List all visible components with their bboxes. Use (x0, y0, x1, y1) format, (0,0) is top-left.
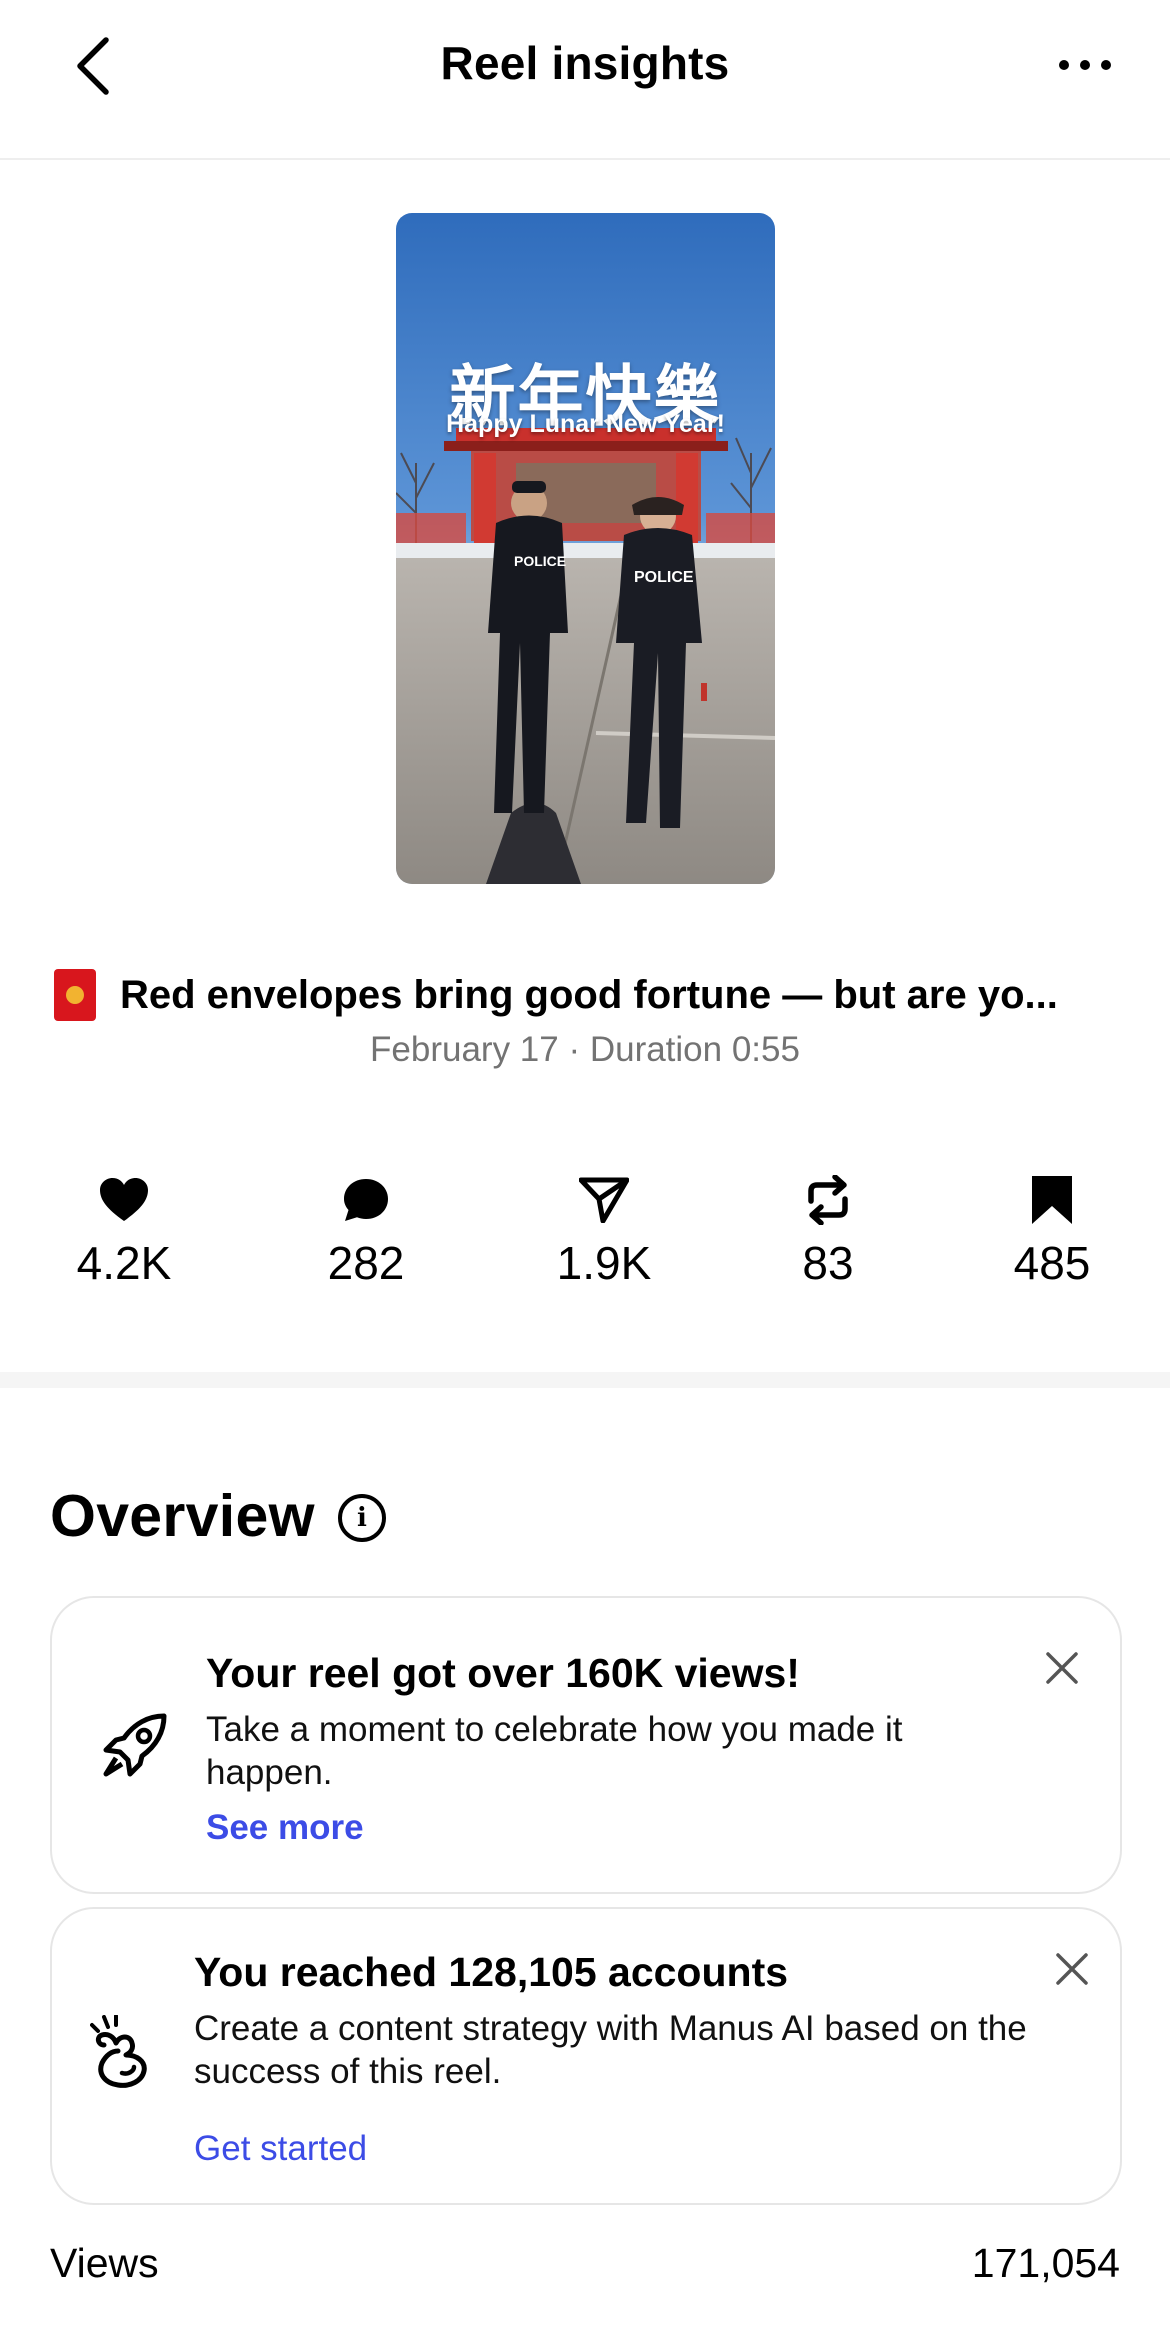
reel-caption: Red envelopes bring good fortune — but a… (54, 965, 1134, 1025)
reposts-count: 83 (802, 1237, 854, 1289)
bookmark-icon (1032, 1176, 1072, 1224)
red-envelope-icon (54, 969, 96, 1021)
top-bar: Reel insights (0, 0, 1170, 160)
overview-heading: Overview (50, 1483, 315, 1549)
comments-count: 282 (327, 1237, 405, 1289)
likes-stat: 4.2K (34, 1172, 214, 1290)
shares-stat: 1.9K (514, 1172, 694, 1290)
info-icon[interactable]: i (338, 1494, 386, 1542)
close-icon[interactable] (1052, 1949, 1092, 1989)
manus-hand-icon (90, 2015, 147, 2088)
milestone-title: Your reel got over 160K views! (206, 1650, 800, 1696)
repost-icon (808, 1175, 848, 1225)
reel-thumbnail[interactable]: 新年快樂 Happy Lunar New Year! POLICE POLICE (396, 213, 775, 884)
police-badge-right: POLICE (634, 569, 694, 586)
reposts-stat: 83 (738, 1172, 918, 1290)
reel-caption-text: Red envelopes bring good fortune — but a… (120, 972, 1058, 1017)
views-label: Views (50, 2240, 159, 2286)
see-more-link[interactable]: See more (206, 1808, 364, 1848)
get-started-link[interactable]: Get started (194, 2129, 367, 2169)
section-divider (0, 1372, 1170, 1388)
reach-title: You reached 128,105 accounts (194, 1949, 789, 1995)
saves-stat: 485 (962, 1172, 1142, 1290)
likes-count: 4.2K (76, 1237, 172, 1289)
comment-icon (344, 1179, 388, 1221)
share-icon (579, 1177, 629, 1223)
shares-count: 1.9K (556, 1237, 652, 1289)
reach-body: Create a content strategy with Manus AI … (194, 2009, 1027, 2091)
police-badge-left: POLICE (514, 553, 567, 569)
reach-card: You reached 128,105 accounts Create a co… (50, 1907, 1122, 2205)
more-horizontal-icon (1059, 60, 1111, 70)
page-title: Reel insights (440, 37, 730, 89)
close-icon[interactable] (1042, 1648, 1082, 1688)
reel-meta: February 17 · Duration 0:55 (370, 1030, 800, 1069)
comments-stat: 282 (276, 1172, 456, 1290)
views-value: 171,054 (971, 2240, 1120, 2286)
saves-count: 485 (1013, 1237, 1091, 1289)
rocket-icon (103, 1713, 167, 1777)
reel-thumbnail-image (396, 213, 775, 884)
heart-icon (100, 1178, 148, 1221)
thumbnail-english-text: Happy Lunar New Year! (446, 410, 725, 438)
more-options-button[interactable] (1050, 40, 1120, 90)
milestone-body: Take a moment to celebrate how you made … (206, 1710, 903, 1792)
milestone-card: Your reel got over 160K views! Take a mo… (50, 1596, 1122, 1894)
